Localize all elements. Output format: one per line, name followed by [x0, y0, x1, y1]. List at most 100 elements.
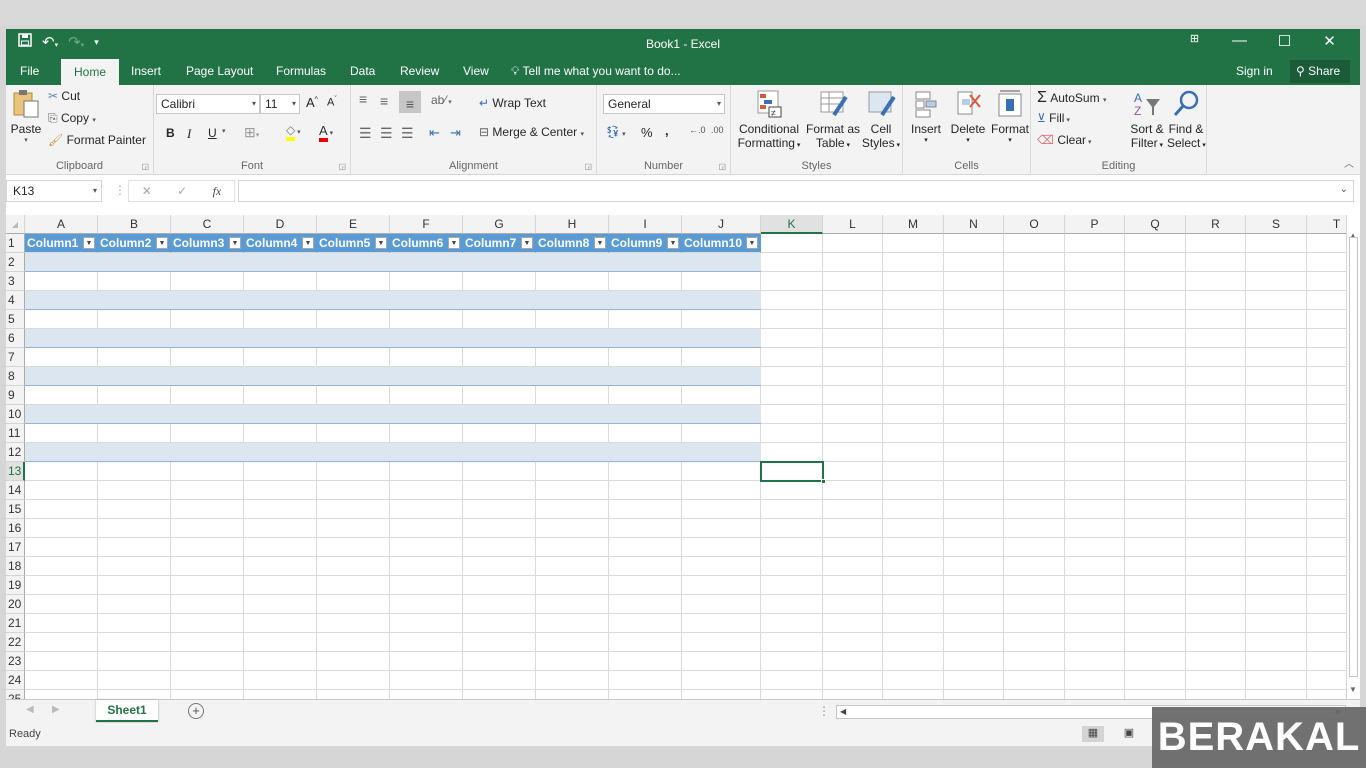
cell[interactable] — [536, 272, 609, 291]
cell[interactable] — [317, 253, 390, 272]
tab-page-layout[interactable]: Page Layout — [174, 59, 265, 85]
filter-dropdown-icon[interactable]: ▼ — [229, 237, 241, 249]
cell[interactable] — [1125, 310, 1186, 329]
increase-indent-icon[interactable]: ⇥ — [450, 125, 461, 141]
cell[interactable] — [1186, 519, 1246, 538]
cell-styles-button[interactable]: Cell Styles ▾ — [861, 89, 901, 150]
cell[interactable] — [609, 443, 682, 462]
decrease-font-size-icon[interactable]: Aˇ — [327, 96, 337, 109]
conditional-formatting-button[interactable]: ≠ Conditional Formatting ▾ — [736, 89, 802, 150]
cell[interactable] — [171, 253, 244, 272]
cell[interactable] — [761, 348, 823, 367]
cell[interactable] — [244, 386, 317, 405]
cell[interactable] — [609, 405, 682, 424]
cell[interactable] — [823, 405, 883, 424]
row-header-24[interactable]: 24 — [6, 671, 25, 690]
cell[interactable] — [536, 424, 609, 443]
paste-button[interactable]: Paste ▾ — [10, 89, 42, 144]
cell[interactable] — [463, 614, 536, 633]
cell[interactable] — [682, 538, 761, 557]
underline-dropdown-icon[interactable]: ▾ — [222, 127, 226, 135]
cell[interactable] — [1186, 462, 1246, 481]
cell[interactable] — [1065, 652, 1125, 671]
filter-dropdown-icon[interactable]: ▼ — [667, 237, 679, 249]
cell[interactable] — [1004, 595, 1065, 614]
cell[interactable] — [682, 386, 761, 405]
cell[interactable] — [682, 424, 761, 443]
cell[interactable] — [25, 595, 98, 614]
cell[interactable] — [171, 443, 244, 462]
table-header-cell[interactable]: Column2 ▼ — [98, 234, 171, 253]
cell[interactable] — [463, 576, 536, 595]
cell[interactable] — [244, 614, 317, 633]
cell[interactable] — [1125, 291, 1186, 310]
prev-sheet-icon[interactable]: ◀ — [26, 704, 34, 715]
cell[interactable] — [682, 348, 761, 367]
cell[interactable] — [1186, 291, 1246, 310]
cell[interactable] — [1065, 405, 1125, 424]
cell[interactable] — [944, 234, 1004, 253]
cell[interactable] — [609, 481, 682, 500]
cell[interactable] — [823, 443, 883, 462]
cell[interactable] — [1004, 424, 1065, 443]
cell[interactable] — [536, 671, 609, 690]
cell[interactable] — [1246, 329, 1307, 348]
cell[interactable] — [1186, 500, 1246, 519]
cell[interactable] — [463, 557, 536, 576]
sign-in-link[interactable]: Sign in — [1236, 59, 1273, 83]
worksheet-grid[interactable]: ◢ A B C D E F G H I J K L M N O P Q R S T 1 Column1 ▼ Column2 ▼ Co… — [6, 215, 1346, 699]
cell[interactable] — [98, 633, 171, 652]
cell[interactable] — [1125, 652, 1186, 671]
cell[interactable] — [823, 310, 883, 329]
next-sheet-icon[interactable]: ▶ — [52, 704, 60, 715]
cell[interactable] — [25, 329, 98, 348]
cell[interactable] — [1004, 519, 1065, 538]
cell[interactable] — [98, 538, 171, 557]
row-header-17[interactable]: 17 — [6, 538, 25, 557]
cell[interactable] — [761, 614, 823, 633]
cell[interactable] — [244, 310, 317, 329]
cell[interactable] — [682, 253, 761, 272]
cell[interactable] — [944, 614, 1004, 633]
cell[interactable] — [1125, 481, 1186, 500]
cell[interactable] — [244, 329, 317, 348]
cell[interactable] — [1307, 652, 1346, 671]
cell[interactable] — [25, 557, 98, 576]
cell[interactable] — [98, 576, 171, 595]
cell[interactable] — [823, 424, 883, 443]
orientation-icon[interactable]: ab⁄ ▾ — [431, 93, 452, 107]
decrease-decimal-icon[interactable]: .00 — [711, 125, 724, 135]
cell[interactable] — [1125, 462, 1186, 481]
cell[interactable] — [317, 424, 390, 443]
cell[interactable] — [244, 576, 317, 595]
cell[interactable] — [1004, 481, 1065, 500]
cell[interactable] — [1004, 405, 1065, 424]
cell[interactable] — [944, 291, 1004, 310]
cell[interactable] — [682, 291, 761, 310]
cell[interactable] — [171, 481, 244, 500]
cell[interactable] — [1307, 519, 1346, 538]
cell[interactable] — [25, 614, 98, 633]
cell[interactable] — [317, 633, 390, 652]
cell[interactable] — [317, 272, 390, 291]
cell[interactable] — [1307, 500, 1346, 519]
middle-align-icon[interactable]: ≡ — [380, 93, 388, 109]
top-align-icon[interactable]: ≡ — [359, 91, 367, 107]
cell[interactable] — [944, 652, 1004, 671]
cell[interactable] — [98, 272, 171, 291]
cell[interactable] — [317, 690, 390, 699]
accounting-format-icon[interactable]: 💱︎ ▾ — [605, 125, 626, 139]
minimize-button[interactable]: — — [1217, 32, 1262, 50]
cell[interactable] — [1307, 557, 1346, 576]
cell[interactable] — [1125, 234, 1186, 253]
row-header-4[interactable]: 4 — [6, 291, 25, 310]
cell[interactable] — [1186, 538, 1246, 557]
cell[interactable] — [761, 538, 823, 557]
cell[interactable] — [682, 595, 761, 614]
cell[interactable] — [171, 614, 244, 633]
cell[interactable] — [1246, 500, 1307, 519]
row-header-12[interactable]: 12 — [6, 443, 25, 462]
cell[interactable] — [390, 557, 463, 576]
cell[interactable] — [823, 519, 883, 538]
cell[interactable] — [463, 253, 536, 272]
